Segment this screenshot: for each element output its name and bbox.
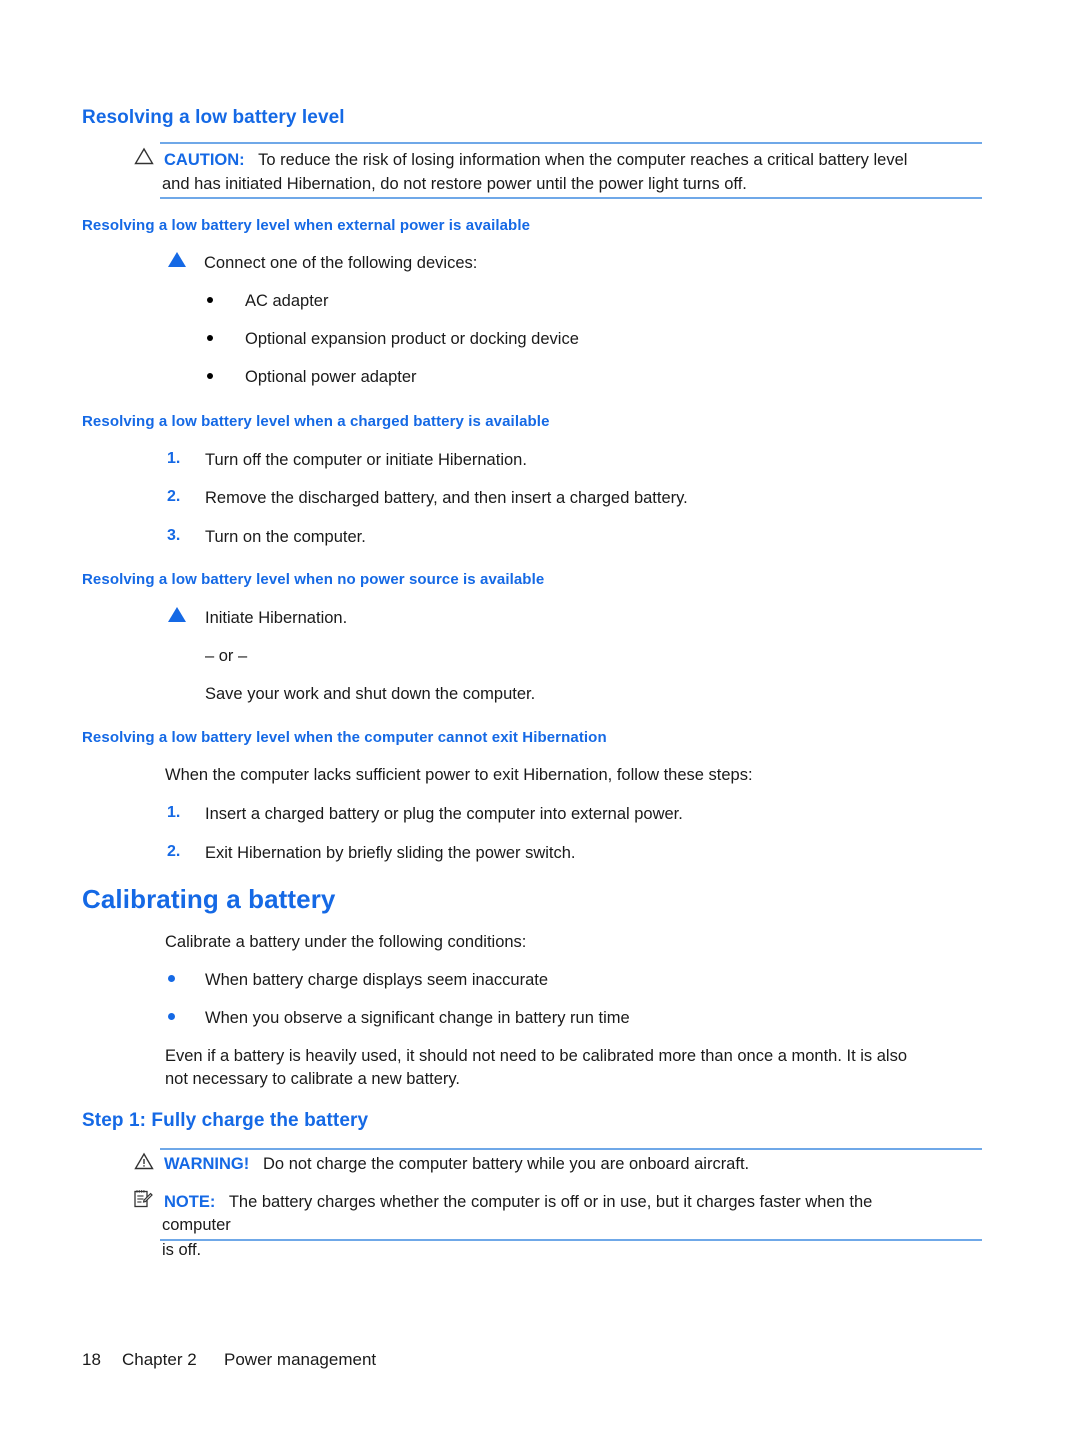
external-power-lead: Connect one of the following devices: [204,254,478,272]
no-power-lead: Initiate Hibernation. [205,609,348,627]
warning-exclamation-triangle-icon [134,1152,154,1170]
warning-label: WARNING! [164,1155,250,1173]
footer-chapter-title: Power management [224,1350,377,1369]
warning-text: Do not charge the computer battery while… [263,1155,750,1173]
bullet-icon [207,373,213,379]
caution-rule-bottom [160,197,982,199]
no-power-alternative: Save your work and shut down the compute… [205,685,536,703]
list-item: Optional expansion product or docking de… [245,330,579,348]
document-page: Resolving a low battery level CAUTION: T… [0,0,1080,1437]
bullet-icon [207,335,213,341]
caution-label: CAUTION: [164,151,245,169]
list-item: Turn on the computer. [205,528,366,546]
blue-triangle-bullet-icon [168,252,186,267]
or-separator: – or – [205,647,248,665]
note-body: NOTE: The battery charges whether the co… [164,1190,984,1215]
list-item: Insert a charged battery or plug the com… [205,805,683,823]
list-item: Exit Hibernation by briefly sliding the … [205,844,576,862]
note-label: NOTE: [164,1193,216,1211]
list-item: AC adapter [245,292,329,310]
caution-body: CAUTION: To reduce the risk of losing in… [164,148,984,173]
caution-rule-top [160,142,982,144]
list-number: 1. [167,450,181,467]
calibrating-paragraph-line2: not necessary to calibrate a new battery… [165,1070,461,1088]
section-heading-calibrating-battery: Calibrating a battery [82,884,336,914]
note-pencil-icon [134,1190,153,1208]
subsection-heading-cannot-exit-hibernation: Resolving a low battery level when the c… [82,729,607,746]
cannot-exit-lead: When the computer lacks sufficient power… [165,766,753,784]
subsection-heading-external-power: Resolving a low battery level when exter… [82,217,531,234]
calibrating-lead: Calibrate a battery under the following … [165,933,527,951]
note-text-line2: computer is off. [162,1216,231,1259]
warning-body: WARNING! Do not charge the computer batt… [164,1152,984,1177]
list-item: When battery charge displays seem inaccu… [205,971,549,989]
blue-triangle-bullet-icon [168,607,186,622]
subsection-heading-charged-battery: Resolving a low battery level when a cha… [82,413,550,430]
section-heading-resolving-low-battery: Resolving a low battery level [82,107,345,128]
warning-rule-top [160,1148,982,1150]
calibrating-paragraph-line1: Even if a battery is heavily used, it sh… [165,1047,908,1065]
list-number: 3. [167,527,181,544]
list-item: Remove the discharged battery, and then … [205,489,688,507]
list-number: 1. [167,804,181,821]
bullet-icon [207,297,213,303]
list-item: Optional power adapter [245,368,417,386]
footer-page-number: 18 [82,1350,101,1369]
list-number: 2. [167,843,181,860]
list-number: 2. [167,488,181,505]
note-rule-bottom [160,1239,982,1241]
list-item: Turn off the computer or initiate Hibern… [205,451,527,469]
subsection-heading-no-power-source: Resolving a low battery level when no po… [82,571,545,588]
caution-text-line1: To reduce the risk of losing information… [258,151,908,169]
bullet-icon [168,975,175,982]
caution-text-line2: and has initiated Hibernation, do not re… [162,175,747,193]
list-item: When you observe a significant change in… [205,1009,630,1027]
bullet-icon [168,1013,175,1020]
note-text-line1: The battery charges whether the computer… [228,1193,873,1211]
subsection-heading-step-1: Step 1: Fully charge the battery [82,1110,369,1131]
footer-chapter: Chapter 2 [122,1350,197,1369]
warning-triangle-icon [134,147,154,165]
